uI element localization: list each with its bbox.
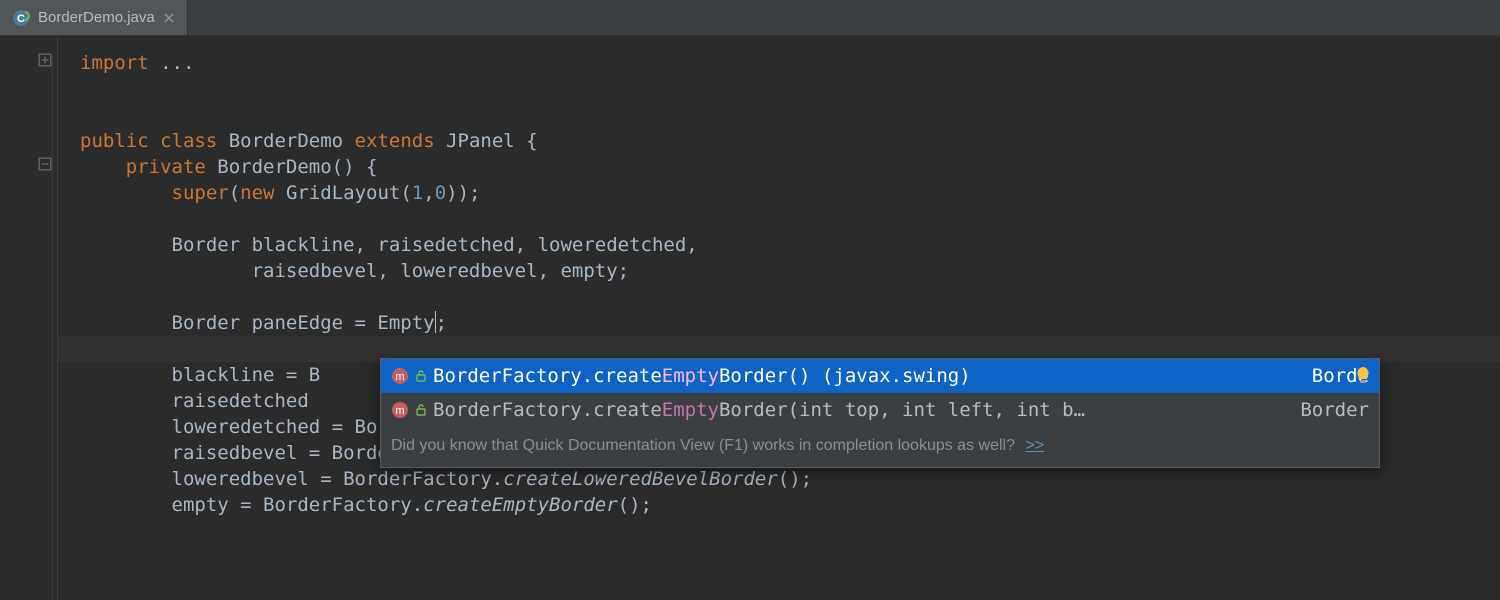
java-class-icon: C bbox=[12, 9, 30, 27]
code-token: private bbox=[126, 156, 206, 178]
hint-link[interactable]: >> bbox=[1025, 437, 1044, 454]
lock-open-icon bbox=[415, 401, 427, 419]
code-token: empty = BorderFactory. bbox=[172, 494, 424, 516]
code-token: GridLayout( bbox=[275, 182, 412, 204]
code-token: blackline = B bbox=[172, 364, 321, 386]
code-token: ; bbox=[436, 312, 447, 334]
hint-text: Did you know that Quick Documentation Vi… bbox=[391, 437, 1015, 454]
code-token: extends bbox=[355, 130, 435, 152]
code-token: super bbox=[172, 182, 229, 204]
editor-tabs: C BorderDemo.java bbox=[0, 0, 1500, 36]
code-token: createEmptyBorder bbox=[423, 494, 617, 516]
code-token: raisedbevel, loweredbevel, empty; bbox=[172, 260, 630, 282]
fold-guide bbox=[52, 56, 53, 600]
close-icon[interactable] bbox=[163, 12, 175, 24]
lightbulb-icon[interactable] bbox=[1353, 365, 1373, 385]
completion-text: BorderFactory.createEmptyBorder(int top,… bbox=[433, 395, 1085, 425]
completion-item[interactable]: m BorderFactory.createEmptyBorder() (jav… bbox=[381, 359, 1379, 393]
code-token: 1 bbox=[412, 182, 423, 204]
code-editor[interactable]: import ... public class BorderDemo exten… bbox=[0, 36, 1500, 600]
lock-open-icon bbox=[415, 367, 427, 385]
ide-window: C BorderDemo.java import ... public clas… bbox=[0, 0, 1500, 600]
fold-collapsed-icon[interactable] bbox=[38, 53, 52, 67]
code-token: )); bbox=[446, 182, 480, 204]
svg-text:C: C bbox=[17, 13, 25, 25]
code-token: BorderDemo bbox=[217, 130, 354, 152]
code-token: import bbox=[80, 52, 149, 74]
code-token: createLoweredBevelBorder bbox=[503, 468, 778, 490]
code-token: , bbox=[423, 182, 434, 204]
completion-item[interactable]: m BorderFactory.createEmptyBorder(int to… bbox=[381, 393, 1379, 427]
code-token: JPanel { bbox=[435, 130, 538, 152]
fold-expanded-icon[interactable] bbox=[38, 157, 52, 171]
method-icon: m bbox=[391, 367, 409, 385]
gutter bbox=[0, 36, 58, 600]
completion-popup[interactable]: m BorderFactory.createEmptyBorder() (jav… bbox=[380, 358, 1380, 468]
code-token: BorderDemo() { bbox=[206, 156, 378, 178]
code-token: (); bbox=[618, 494, 652, 516]
code-token: 0 bbox=[435, 182, 446, 204]
tab-filename: BorderDemo.java bbox=[38, 9, 155, 26]
code-token: class bbox=[160, 130, 217, 152]
completion-hint: Did you know that Quick Documentation Vi… bbox=[381, 427, 1379, 467]
code-token: loweredbevel = BorderFactory. bbox=[172, 468, 504, 490]
completion-text: BorderFactory.createEmptyBorder() (javax… bbox=[433, 361, 971, 391]
code-token: Border paneEdge = Empty bbox=[172, 312, 435, 334]
code-token: ... bbox=[149, 52, 195, 74]
code-token: (); bbox=[778, 468, 812, 490]
code-token: Border blackline, raisedetched, lowerede… bbox=[172, 234, 698, 256]
svg-text:m: m bbox=[395, 405, 404, 417]
editor-tab[interactable]: C BorderDemo.java bbox=[0, 0, 188, 35]
code-token: raisedetched bbox=[172, 390, 321, 412]
code-token: new bbox=[240, 182, 274, 204]
svg-text:m: m bbox=[395, 371, 404, 383]
method-icon: m bbox=[391, 401, 409, 419]
code-token: public bbox=[80, 130, 149, 152]
completion-return-type: Border bbox=[1276, 395, 1369, 425]
